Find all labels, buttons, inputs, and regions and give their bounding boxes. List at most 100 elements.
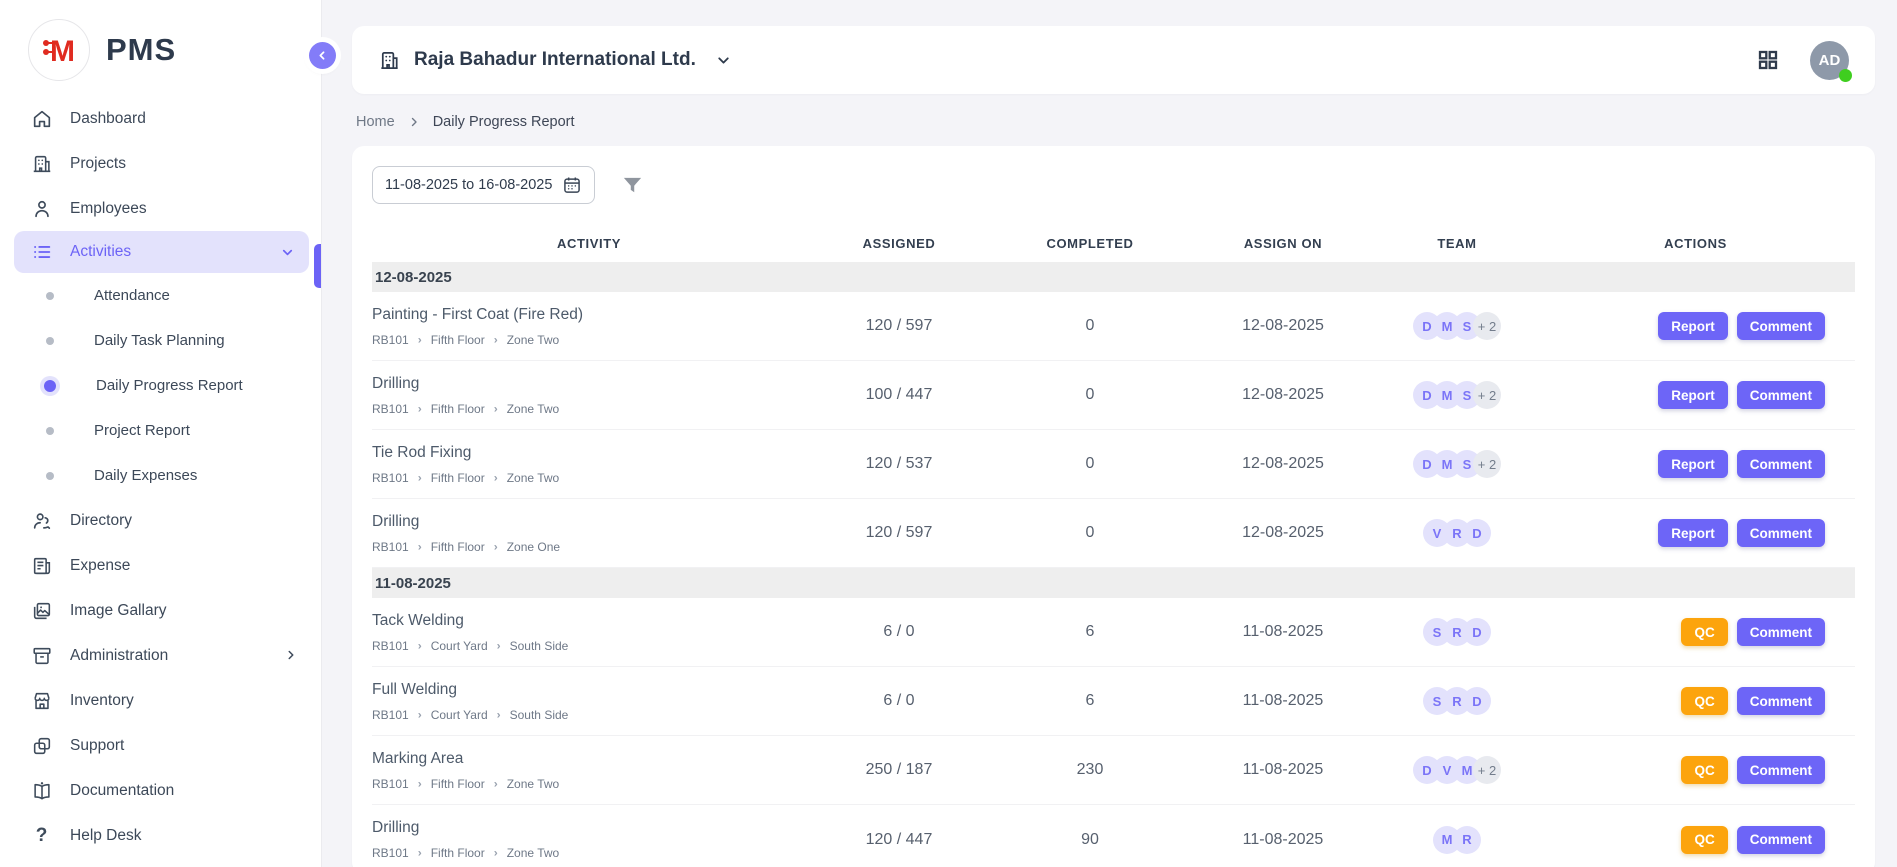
team-avatars: S R D (1378, 687, 1536, 715)
table-header-row: ACTIVITY ASSIGNED COMPLETED ASSIGN ON TE… (372, 224, 1855, 262)
team-extra-badge[interactable]: + 2 (1473, 450, 1501, 478)
team-member-badge: R (1453, 826, 1481, 854)
report-button[interactable]: Report (1658, 450, 1728, 478)
main-content: Raja Bahadur International Ltd. AD Home … (322, 0, 1897, 867)
date-range-value: 11-08-2025 to 16-08-2025 (385, 177, 552, 193)
comment-button[interactable]: Comment (1737, 519, 1825, 547)
team-member-badge: D (1463, 687, 1491, 715)
team-avatars: D V M + 2 (1378, 756, 1536, 784)
sidebar-item-expense[interactable]: Expense (0, 543, 321, 588)
assign-on-date: 12-08-2025 (1188, 386, 1378, 404)
report-button[interactable]: Report (1658, 519, 1728, 547)
team-avatars: V R D (1378, 519, 1536, 547)
team-extra-badge[interactable]: + 2 (1473, 381, 1501, 409)
report-button[interactable]: Report (1658, 381, 1728, 409)
comment-button[interactable]: Comment (1737, 687, 1825, 715)
table-row: Marking Area RB101› Fifth Floor› Zone Tw… (372, 736, 1855, 805)
team-member-badge: D (1463, 618, 1491, 646)
chevron-right-icon: › (418, 708, 422, 721)
chevron-right-icon: › (494, 402, 498, 415)
assign-on-date: 12-08-2025 (1188, 455, 1378, 473)
app-logo[interactable]: M (28, 19, 90, 81)
chevron-right-icon: › (494, 777, 498, 790)
gallery-icon (30, 599, 53, 622)
sidebar-item-dashboard[interactable]: Dashboard (0, 96, 321, 141)
path-floor: Fifth Floor (431, 846, 485, 860)
office-building-icon (378, 49, 401, 72)
people-icon (30, 509, 53, 532)
sidebar-item-employees[interactable]: Employees (0, 186, 321, 231)
assigned-value: 120 / 537 (806, 455, 992, 473)
path-project: RB101 (372, 708, 409, 722)
sidebar-item-help-desk[interactable]: ? Help Desk (0, 813, 321, 858)
sidebar-subitem-label: Daily Progress Report (96, 377, 243, 394)
path-project: RB101 (372, 639, 409, 653)
bullet-icon (46, 292, 54, 300)
group-date: 11-08-2025 (375, 575, 451, 592)
team-avatars: D M S + 2 (1378, 312, 1536, 340)
sidebar-item-support[interactable]: Support (0, 723, 321, 768)
sidebar-menu: Dashboard Projects Employees Activities (0, 96, 321, 858)
assign-on-date: 11-08-2025 (1188, 761, 1378, 779)
bullet-icon (46, 472, 54, 480)
chevron-right-icon: › (497, 708, 501, 721)
filter-funnel-icon[interactable] (621, 174, 644, 197)
sidebar-subitem-label: Daily Expenses (94, 467, 197, 484)
bullet-icon (46, 337, 54, 345)
company-selector[interactable]: Raja Bahadur International Ltd. (378, 49, 732, 72)
sidebar-item-inventory[interactable]: Inventory (0, 678, 321, 723)
qc-button[interactable]: QC (1681, 687, 1727, 715)
sidebar-item-activities[interactable]: Activities (14, 231, 309, 273)
team-extra-badge[interactable]: + 2 (1473, 756, 1501, 784)
completed-value: 6 (992, 623, 1188, 641)
sidebar-subitem-project-report[interactable]: Project Report (0, 408, 321, 453)
activity-location-path: RB101› Fifth Floor› Zone One (372, 540, 806, 554)
chevron-right-icon: › (418, 333, 422, 346)
qc-button[interactable]: QC (1681, 618, 1727, 646)
qc-button[interactable]: QC (1681, 826, 1727, 854)
sidebar-subitem-daily-expenses[interactable]: Daily Expenses (0, 453, 321, 498)
sidebar-item-administration[interactable]: Administration (0, 633, 321, 678)
sidebar-item-projects[interactable]: Projects (0, 141, 321, 186)
date-range-input[interactable]: 11-08-2025 to 16-08-2025 (372, 166, 595, 204)
home-icon (30, 107, 53, 130)
sidebar-item-directory[interactable]: Directory (0, 498, 321, 543)
chevron-right-icon: › (494, 333, 498, 346)
sidebar-subitem-label: Daily Task Planning (94, 332, 225, 349)
sidebar-item-label: Support (70, 737, 124, 755)
path-project: RB101 (372, 846, 409, 860)
calendar-icon (562, 175, 582, 195)
sidebar-item-label: Dashboard (70, 110, 146, 128)
qc-button[interactable]: QC (1681, 756, 1727, 784)
chevron-right-icon: › (494, 540, 498, 553)
sidebar-item-documentation[interactable]: Documentation (0, 768, 321, 813)
table-row: Drilling RB101› Fifth Floor› Zone Two 12… (372, 805, 1855, 867)
path-floor: Fifth Floor (431, 540, 485, 554)
comment-button[interactable]: Comment (1737, 450, 1825, 478)
progress-report-table: ACTIVITY ASSIGNED COMPLETED ASSIGN ON TE… (372, 224, 1855, 867)
path-project: RB101 (372, 777, 409, 791)
sidebar-subitem-daily-task-planning[interactable]: Daily Task Planning (0, 318, 321, 363)
report-button[interactable]: Report (1658, 312, 1728, 340)
team-extra-badge[interactable]: + 2 (1473, 312, 1501, 340)
comment-button[interactable]: Comment (1737, 618, 1825, 646)
sidebar-item-image-gallary[interactable]: Image Gallary (0, 588, 321, 633)
user-avatar[interactable]: AD (1810, 41, 1849, 80)
sidebar-subitem-daily-progress-report[interactable]: Daily Progress Report (0, 363, 321, 408)
comment-button[interactable]: Comment (1737, 381, 1825, 409)
filter-bar: 11-08-2025 to 16-08-2025 (372, 166, 1855, 204)
apps-grid-icon[interactable] (1756, 48, 1780, 72)
activities-submenu: Attendance Daily Task Planning Daily Pro… (0, 273, 321, 498)
comment-button[interactable]: Comment (1737, 826, 1825, 854)
chevron-down-icon (280, 245, 295, 260)
team-member-badge: D (1463, 519, 1491, 547)
breadcrumb-home-link[interactable]: Home (356, 114, 395, 130)
group-date: 12-08-2025 (375, 269, 452, 286)
comment-button[interactable]: Comment (1737, 312, 1825, 340)
sidebar-collapse-button[interactable] (309, 42, 336, 69)
date-group-header: 11-08-2025 (372, 568, 1855, 598)
col-team: TEAM (1378, 236, 1536, 251)
avatar-initials: AD (1819, 52, 1841, 69)
sidebar-subitem-attendance[interactable]: Attendance (0, 273, 321, 318)
comment-button[interactable]: Comment (1737, 756, 1825, 784)
